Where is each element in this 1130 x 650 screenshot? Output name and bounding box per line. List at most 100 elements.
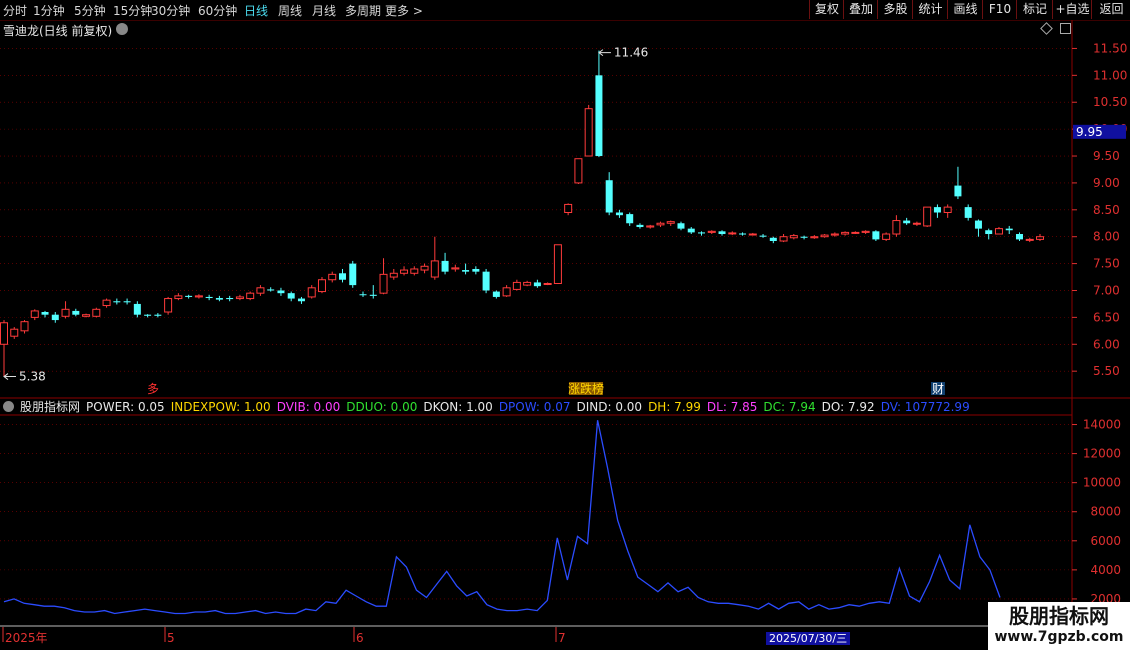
toolbar-button-1[interactable]: 叠加 <box>843 0 878 19</box>
toolbar-button-0[interactable]: 复权 <box>809 0 844 19</box>
candle-up <box>656 222 665 226</box>
high-price-annotation: 11.46 <box>614 46 648 60</box>
toolbar-button-4[interactable]: 画线 <box>947 0 983 19</box>
tab-period-3[interactable]: 15分钟 <box>113 2 152 19</box>
candle-up <box>502 287 511 297</box>
volume-axis-label: 8000 <box>1090 505 1121 519</box>
indicator-value-11: DV: 107772.99 <box>880 400 970 414</box>
candle-down <box>369 294 377 296</box>
candle-down <box>113 301 121 303</box>
candle-up <box>420 265 429 271</box>
candle-up <box>174 295 183 300</box>
candle-up <box>1025 238 1034 241</box>
candle-down <box>677 223 685 229</box>
current-price-label: 9.95 <box>1076 125 1103 139</box>
event-marker-2: 财 <box>932 382 944 396</box>
tab-period-5[interactable]: 60分钟 <box>198 2 237 19</box>
candle-up <box>102 299 111 307</box>
high-arrow <box>598 49 611 56</box>
candle-up <box>553 244 562 284</box>
tab-period-9[interactable]: 多周期 <box>345 2 381 19</box>
candle-up <box>882 233 891 240</box>
event-marker-0: 多 <box>147 382 159 396</box>
volume-axis-label: 4000 <box>1090 563 1121 577</box>
candle-down <box>636 224 644 228</box>
toolbar: 分时 1分钟 5分钟 15分钟 30分钟 60分钟 日线 周线 月线 多周期 更多 > 复权 叠加 多股统… <box>0 0 1130 21</box>
candle-down <box>1005 228 1013 231</box>
tab-period-2[interactable]: 5分钟 <box>74 2 106 19</box>
candle-down <box>687 228 695 233</box>
candle-up <box>943 206 952 213</box>
candle-down <box>739 233 747 235</box>
candle-up <box>851 231 860 234</box>
indicator-name: 股朋指标网 <box>20 400 81 414</box>
candle-up <box>779 236 788 242</box>
watermark: 股朋指标网 www.7gpzb.com <box>988 602 1130 650</box>
candle-down <box>51 314 59 321</box>
candle-up <box>666 221 675 224</box>
candle-down <box>441 260 449 272</box>
candle-down <box>626 214 634 224</box>
tab-period-1[interactable]: 1分钟 <box>33 2 65 19</box>
low-arrow <box>3 373 16 380</box>
candle-up <box>543 282 552 285</box>
indicator-value-8: DL: 7.85 <box>706 400 758 414</box>
candle-down <box>215 298 223 300</box>
date-label-1: 5 <box>167 631 175 645</box>
chevron-down-icon[interactable] <box>3 401 14 412</box>
candle-down <box>533 282 541 287</box>
candle-up <box>574 158 583 184</box>
toolbar-button-2[interactable]: 多股 <box>877 0 913 19</box>
candle-down <box>154 314 162 316</box>
price-axis-label: 11.00 <box>1093 68 1127 82</box>
tab-period-4[interactable]: 30分钟 <box>151 2 190 19</box>
candle-down <box>123 301 131 303</box>
candle-up <box>451 267 460 270</box>
toolbar-button-6[interactable]: 标记 <box>1016 0 1053 19</box>
candle-up <box>646 225 655 228</box>
price-axis-label: 6.00 <box>1093 337 1120 351</box>
candle-down <box>954 185 962 197</box>
event-marker-1: 涨跌榜 <box>568 381 604 396</box>
tab-period-10[interactable]: 更多 > <box>385 2 423 19</box>
price-axis-label: 7.50 <box>1093 257 1120 271</box>
indicator-value-6: DIND: 0.00 <box>576 400 643 414</box>
tab-period-7[interactable]: 周线 <box>278 2 302 19</box>
candle-up <box>256 287 265 294</box>
toolbar-button-3[interactable]: 统计 <box>912 0 948 19</box>
candle-down <box>359 294 367 296</box>
date-label-2: 6 <box>356 631 364 645</box>
candle-up <box>246 292 255 300</box>
candle-up <box>317 279 326 293</box>
candle-down <box>287 293 295 299</box>
candle-up <box>707 230 716 233</box>
candle-down <box>605 180 613 213</box>
toolbar-button-8[interactable]: 返回 <box>1091 0 1130 19</box>
candle-down <box>185 295 193 297</box>
candle-down <box>759 235 767 237</box>
indicator-values-bar: 股朋指标网 POWER: 0.05 INDEXPOW: 1.00 DVIB: 0.00… <box>3 398 976 415</box>
candle-down <box>985 230 993 235</box>
tab-period-6[interactable]: 日线 <box>244 2 268 19</box>
candle-down <box>903 220 911 224</box>
indicator-value-7: DH: 7.99 <box>648 400 701 414</box>
watermark-title: 股朋指标网 <box>1009 604 1109 628</box>
candle-up <box>20 321 29 332</box>
watermark-url: www.7gpzb.com <box>994 629 1124 645</box>
candle-up <box>923 206 932 227</box>
candle-up <box>512 281 521 290</box>
price-axis-label: 11.50 <box>1093 41 1127 55</box>
tab-period-8[interactable]: 月线 <box>312 2 336 19</box>
chart-area[interactable]: 11.5011.0010.5010.009.509.008.508.007.50… <box>0 20 1130 650</box>
tab-period-0[interactable]: 分时 <box>3 2 27 19</box>
candle-up <box>307 287 316 298</box>
price-axis-label: 10.50 <box>1093 95 1127 109</box>
toolbar-button-7[interactable]: +自选 <box>1052 0 1092 19</box>
toolbar-button-5[interactable]: F10 <box>982 0 1017 19</box>
price-axis-label: 8.00 <box>1093 230 1120 244</box>
indicator-value-2: DVIB: 0.00 <box>276 400 341 414</box>
volume-axis-label: 10000 <box>1083 476 1121 490</box>
candle-up <box>0 322 8 345</box>
candle-up <box>164 298 173 313</box>
candle-up <box>810 236 819 239</box>
